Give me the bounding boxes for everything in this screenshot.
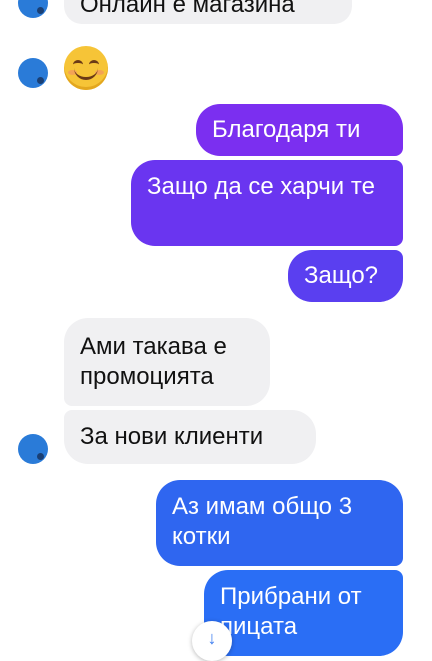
- message-outgoing[interactable]: Благодаря ти: [196, 104, 403, 156]
- message-incoming[interactable]: Онлайн е магазина: [64, 0, 352, 24]
- smiling-face-emoji[interactable]: [64, 46, 108, 90]
- message-outgoing[interactable]: Защо?: [288, 250, 403, 302]
- message-incoming[interactable]: За нови клиенти: [64, 410, 316, 464]
- message-outgoing[interactable]: Защо да се харчи те: [131, 160, 403, 246]
- message-incoming[interactable]: Ами такава е промоцията: [64, 318, 270, 406]
- message-outgoing[interactable]: Аз имам общо 3 котки: [156, 480, 403, 566]
- emoji-mouth: [74, 66, 98, 80]
- avatar[interactable]: [18, 0, 48, 18]
- arrow-down-icon: ↓: [207, 628, 217, 648]
- scroll-down-button[interactable]: ↓: [192, 621, 232, 661]
- message-outgoing[interactable]: Прибрани от пицата: [204, 570, 403, 656]
- avatar[interactable]: [18, 58, 48, 88]
- avatar[interactable]: [18, 434, 48, 464]
